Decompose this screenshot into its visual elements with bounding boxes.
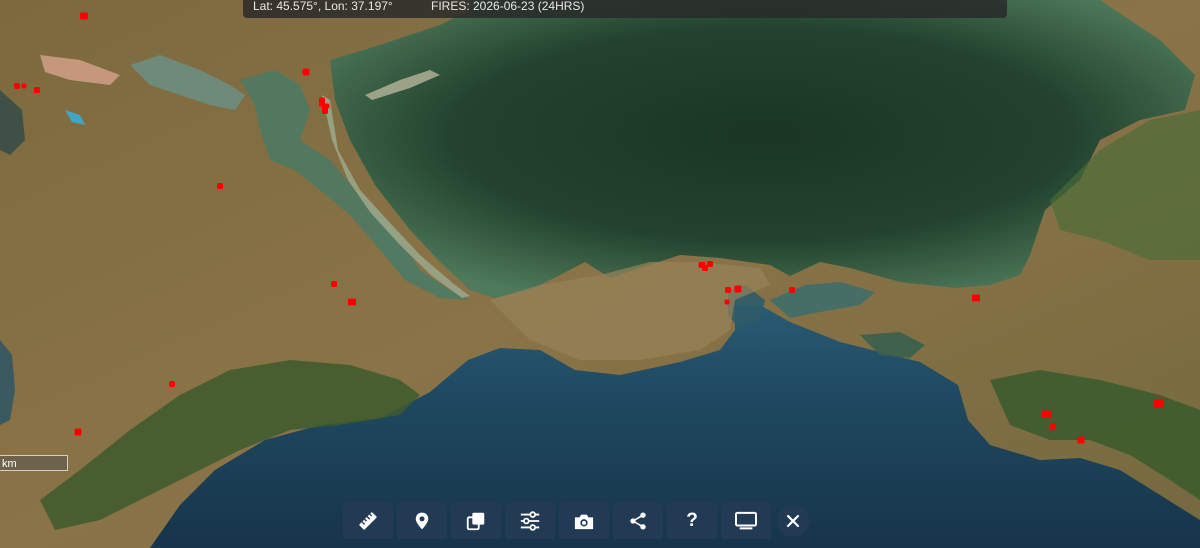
share-button[interactable] <box>613 502 663 539</box>
snapshot-button[interactable] <box>559 502 609 539</box>
fire-detection[interactable] <box>1050 423 1056 429</box>
fire-detection[interactable] <box>80 12 88 20</box>
present-button[interactable] <box>721 502 771 539</box>
fire-detection[interactable] <box>14 83 20 89</box>
fire-detection[interactable] <box>972 294 980 302</box>
fire-detection[interactable] <box>702 265 708 271</box>
cursor-coordinates: Lat: 45.575°, Lon: 37.197° <box>253 0 393 13</box>
fire-detection[interactable] <box>319 97 325 107</box>
close-icon <box>786 514 800 527</box>
fire-detection[interactable] <box>1046 411 1052 417</box>
fire-detection[interactable] <box>169 381 175 387</box>
fires-date-label: FIRES: 2026-06-23 (24HRS) <box>431 0 585 13</box>
share-icon <box>630 512 646 529</box>
filters-button[interactable] <box>505 502 555 539</box>
scale-unit: km <box>2 458 17 470</box>
marker-button[interactable] <box>397 502 447 539</box>
fire-detection[interactable] <box>324 103 330 109</box>
map-toolbar: ? <box>343 502 809 539</box>
map-pin-icon <box>415 512 429 529</box>
sliders-icon <box>520 510 540 531</box>
measure-button[interactable] <box>343 502 393 539</box>
satellite-map[interactable] <box>0 0 1200 548</box>
help-button[interactable]: ? <box>667 502 717 539</box>
fire-detection[interactable] <box>34 87 40 93</box>
monitor-icon <box>735 511 757 529</box>
fire-detection[interactable] <box>734 285 742 293</box>
fire-detection[interactable] <box>302 68 310 76</box>
scale-bar: km <box>0 455 68 471</box>
fire-detection[interactable] <box>725 287 731 293</box>
close-button[interactable] <box>777 504 809 537</box>
fire-detection[interactable] <box>348 298 356 306</box>
fire-detection[interactable] <box>217 183 223 189</box>
layers-icon <box>466 512 485 530</box>
fire-detection[interactable] <box>331 281 337 287</box>
help-icon: ? <box>686 510 698 531</box>
fire-detection[interactable] <box>1154 402 1160 408</box>
fire-detection[interactable] <box>74 428 82 436</box>
fire-detection[interactable] <box>21 83 27 89</box>
fire-detection[interactable] <box>789 287 795 293</box>
camera-icon <box>574 514 594 529</box>
fire-detection[interactable] <box>1077 436 1085 444</box>
ruler-icon <box>359 511 377 530</box>
status-bar: Lat: 45.575°, Lon: 37.197° FIRES: 2026-0… <box>243 0 1007 18</box>
fire-detection[interactable] <box>724 299 730 305</box>
layers-button[interactable] <box>451 502 501 539</box>
